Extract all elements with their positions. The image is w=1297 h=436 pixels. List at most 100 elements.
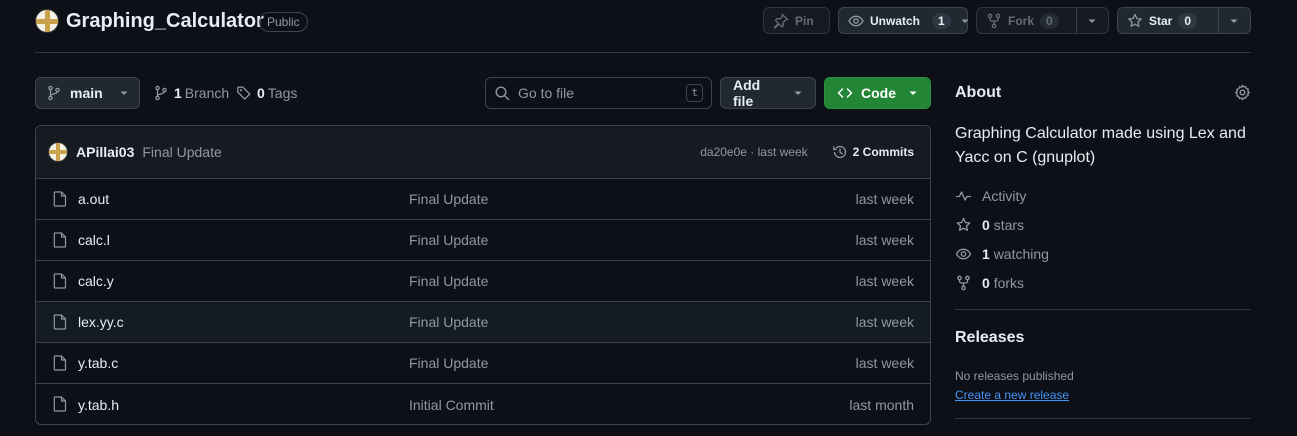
star-label: Star xyxy=(1149,13,1173,28)
fork-button[interactable]: Fork 0 xyxy=(977,8,1076,33)
star-dropdown[interactable] xyxy=(1218,8,1249,33)
commit-author-avatar[interactable] xyxy=(48,142,68,162)
visibility-badge: Public xyxy=(259,12,308,32)
file-row[interactable]: lex.yy.c Final Update last week xyxy=(36,302,930,343)
file-commit-message[interactable]: Final Update xyxy=(409,355,488,371)
fork-label: Fork xyxy=(1008,13,1035,28)
watching-count: 1 xyxy=(982,246,990,262)
commits-count: 2 Commits xyxy=(852,145,914,159)
file-icon xyxy=(53,273,67,289)
commit-message[interactable]: Final Update xyxy=(142,144,221,160)
pin-button[interactable]: Pin xyxy=(763,7,830,34)
sidebar-divider xyxy=(955,418,1251,419)
tag-count: 0 xyxy=(257,85,265,101)
eye-icon xyxy=(955,246,972,262)
branch-count: 1 xyxy=(174,85,182,101)
file-icon xyxy=(53,314,67,330)
branch-icon xyxy=(46,85,62,101)
unwatch-button[interactable]: Unwatch 1 xyxy=(839,8,958,33)
fork-icon xyxy=(955,275,972,291)
commit-sha-time[interactable]: da20e0e · last week xyxy=(700,145,807,159)
history-icon xyxy=(832,144,848,160)
stars-label: stars xyxy=(993,217,1025,233)
star-counter: 0 xyxy=(1178,12,1198,29)
file-name[interactable]: calc.l xyxy=(78,232,110,248)
latest-commit-bar: APillai03 Final Update da20e0e · last we… xyxy=(36,126,930,179)
file-row[interactable]: y.tab.c Final Update last week xyxy=(36,343,930,384)
file-icon xyxy=(53,396,67,412)
file-name[interactable]: y.tab.c xyxy=(78,355,118,371)
file-commit-message[interactable]: Final Update xyxy=(409,191,488,207)
gear-icon[interactable] xyxy=(1234,84,1251,101)
fork-icon xyxy=(986,13,1002,29)
fork-counter: 0 xyxy=(1040,12,1059,29)
file-commit-date: last week xyxy=(855,273,914,289)
file-commit-date: last week xyxy=(855,232,914,248)
tag-count-label: Tags xyxy=(267,85,298,101)
branches-link[interactable]: 1 Branch xyxy=(153,85,229,101)
stars-link[interactable]: 0 stars xyxy=(955,217,1024,233)
repo-title[interactable]: Graphing_Calculator xyxy=(66,10,264,33)
file-table: APillai03 Final Update da20e0e · last we… xyxy=(35,125,931,425)
file-commit-message[interactable]: Final Update xyxy=(409,314,488,330)
code-label: Code xyxy=(861,85,896,101)
watch-counter: 1 xyxy=(932,12,951,29)
file-name[interactable]: a.out xyxy=(78,191,109,207)
fork-dropdown[interactable] xyxy=(1076,8,1107,33)
header-divider xyxy=(35,52,1251,53)
create-release-link[interactable]: Create a new release xyxy=(955,388,1069,402)
tag-icon xyxy=(236,85,252,101)
pulse-icon xyxy=(955,188,972,204)
file-row[interactable]: a.out Final Update last week xyxy=(36,179,930,220)
star-button-group: Star 0 xyxy=(1117,7,1251,34)
watching-link[interactable]: 1 watching xyxy=(955,246,1049,262)
unwatch-label: Unwatch xyxy=(870,13,921,28)
file-icon xyxy=(53,191,67,207)
caret-down-icon xyxy=(908,88,918,98)
file-commit-message[interactable]: Initial Commit xyxy=(409,397,494,413)
watch-dropdown[interactable] xyxy=(958,8,976,33)
tags-link[interactable]: 0 Tags xyxy=(236,85,297,101)
branch-selector[interactable]: main xyxy=(35,77,140,109)
star-icon xyxy=(1127,13,1143,29)
pin-label: Pin xyxy=(795,13,814,28)
search-icon xyxy=(494,85,510,101)
branch-name: main xyxy=(70,85,103,101)
star-button[interactable]: Star 0 xyxy=(1118,8,1218,33)
file-commit-date: last week xyxy=(855,314,914,330)
file-row[interactable]: y.tab.h Initial Commit last month xyxy=(36,384,930,424)
releases-heading[interactable]: Releases xyxy=(955,329,1024,347)
forks-count: 0 xyxy=(982,275,990,291)
about-description: Graphing Calculator made using Lex and Y… xyxy=(955,125,1246,166)
file-commit-message[interactable]: Final Update xyxy=(409,232,488,248)
watch-button-group: Unwatch 1 xyxy=(838,7,969,34)
commits-history-link[interactable]: 2 Commits xyxy=(832,144,914,160)
file-commit-date: last month xyxy=(849,396,914,413)
file-name[interactable]: lex.yy.c xyxy=(78,314,124,330)
forks-link[interactable]: 0 forks xyxy=(955,275,1024,291)
pin-icon xyxy=(773,12,789,29)
file-icon xyxy=(53,232,67,248)
file-name[interactable]: y.tab.h xyxy=(78,397,119,413)
fork-button-group: Fork 0 xyxy=(976,7,1109,34)
activity-link[interactable]: Activity xyxy=(955,188,1026,204)
sidebar-divider xyxy=(955,309,1251,310)
file-row[interactable]: calc.y Final Update last week xyxy=(36,261,930,302)
go-to-file-input[interactable]: Go to file t xyxy=(485,77,712,109)
file-icon xyxy=(53,355,67,371)
search-placeholder: Go to file xyxy=(518,85,575,101)
activity-label: Activity xyxy=(982,188,1027,204)
add-file-button[interactable]: Add file xyxy=(720,77,816,109)
code-button[interactable]: Code xyxy=(824,77,931,109)
commit-author[interactable]: APillai03 xyxy=(76,144,134,160)
owner-avatar[interactable] xyxy=(35,9,59,33)
file-commit-message[interactable]: Final Update xyxy=(409,273,488,289)
star-icon xyxy=(955,217,972,233)
file-row[interactable]: calc.l Final Update last week xyxy=(36,220,930,261)
branch-icon xyxy=(153,85,169,101)
forks-label: forks xyxy=(993,275,1025,291)
file-name[interactable]: calc.y xyxy=(78,273,114,289)
caret-down-icon xyxy=(793,88,803,98)
caret-down-icon xyxy=(119,88,129,98)
caret-down-icon xyxy=(1229,16,1239,26)
